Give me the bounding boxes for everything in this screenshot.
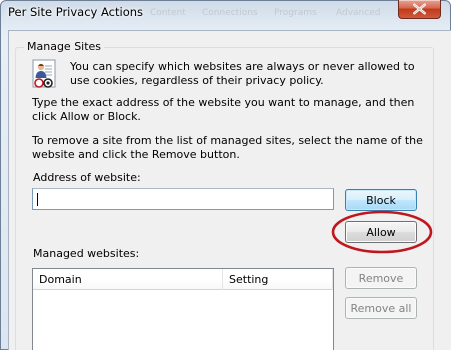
- background-tab: Advanced: [336, 8, 381, 18]
- column-header-setting[interactable]: Setting: [223, 269, 333, 290]
- text-caret: [37, 193, 38, 206]
- address-input[interactable]: [32, 188, 334, 210]
- intro-text: You can specify which websites are alway…: [70, 60, 415, 87]
- managed-websites-label: Managed websites:: [33, 247, 140, 260]
- close-button[interactable]: [398, 0, 441, 19]
- group-title: Manage Sites: [24, 40, 105, 53]
- background-tab: Connections: [202, 8, 258, 18]
- background-tabs: Content Connections Programs Advanced: [150, 8, 400, 20]
- background-tab: Content: [150, 8, 186, 18]
- privacy-policy-icon: [32, 59, 56, 88]
- remove-button[interactable]: Remove: [345, 267, 417, 289]
- address-label: Address of website:: [33, 171, 141, 184]
- instructions-text: Type the exact address of the website yo…: [32, 96, 415, 123]
- column-header-domain[interactable]: Domain: [33, 269, 223, 290]
- background-tab: Programs: [274, 8, 317, 18]
- remove-all-button[interactable]: Remove all: [345, 297, 417, 319]
- close-icon: [413, 3, 426, 15]
- managed-websites-list[interactable]: Domain Setting: [32, 268, 334, 350]
- window-title: Per Site Privacy Actions: [8, 5, 144, 19]
- list-header: Domain Setting: [33, 269, 333, 290]
- remove-instructions-text: To remove a site from the list of manage…: [32, 134, 423, 161]
- title-bar[interactable]: Per Site Privacy Actions Content Connect…: [0, 0, 451, 28]
- highlight-ellipse: [331, 210, 433, 254]
